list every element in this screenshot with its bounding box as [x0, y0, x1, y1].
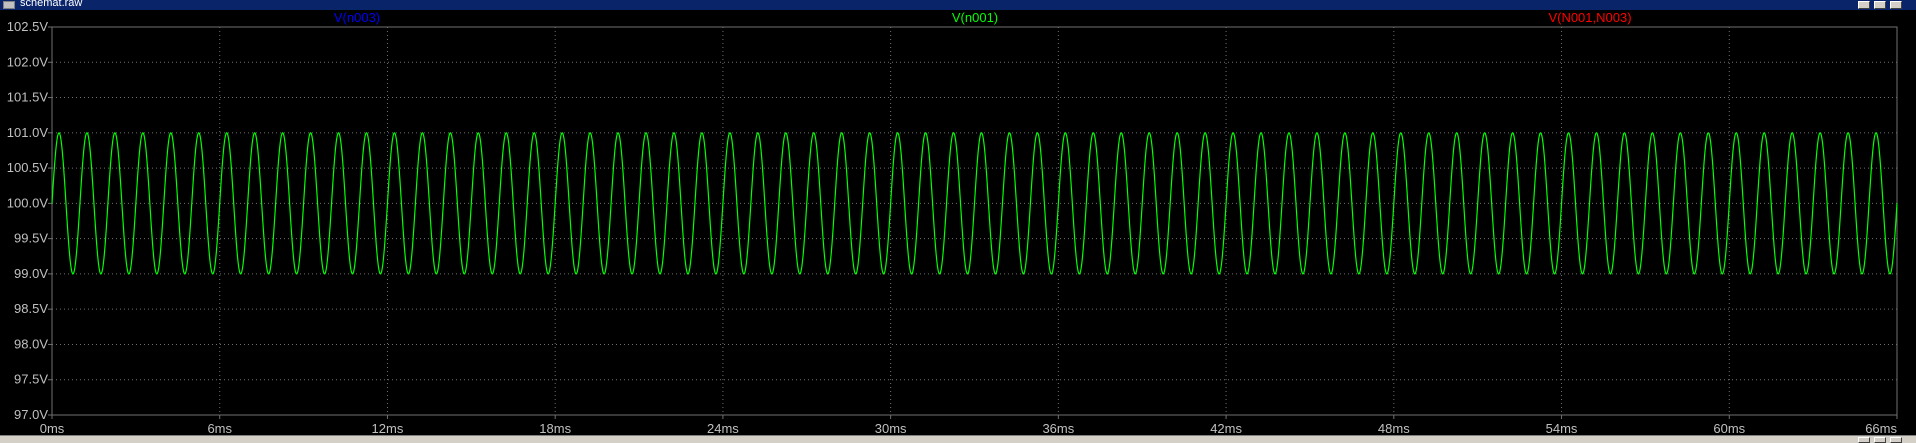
window-title: schemat.raw: [20, 0, 83, 9]
plot-frame: [51, 26, 1898, 416]
trace-label-v-n001-n003[interactable]: V(N001,N003): [1548, 10, 1631, 25]
y-tick-label: 102.0V: [7, 54, 49, 69]
x-tick-label: 54ms: [1546, 421, 1578, 435]
x-tick-label: 42ms: [1210, 421, 1242, 435]
x-tick-label: 60ms: [1713, 421, 1745, 435]
y-tick-label: 97.0V: [14, 407, 48, 422]
x-axis: 0ms 6ms 12ms 18ms 24ms 30ms 36ms 42ms 48ms 54ms 60…: [40, 415, 1898, 435]
minimize-button[interactable]: [1858, 1, 1870, 9]
x-tick-label: 12ms: [372, 421, 404, 435]
next-window-restore-button[interactable]: [1874, 437, 1886, 443]
restore-button[interactable]: [1874, 1, 1886, 9]
x-tick-label: 0ms: [40, 421, 65, 435]
y-tick-label: 99.5V: [14, 231, 48, 246]
x-tick-label: 18ms: [539, 421, 571, 435]
y-axis: 102.5V 102.0V 101.5V 101.0V 100.5V 100.0V 99.5…: [7, 19, 52, 422]
waveform-plot-pane[interactable]: 102.5V 102.0V 101.5V 101.0V 100.5V 100.0V 99.5…: [0, 10, 1916, 435]
waveform-app-icon[interactable]: [3, 1, 15, 9]
window-title-bar[interactable]: schemat.raw: [0, 0, 1916, 10]
x-tick-label: 36ms: [1042, 421, 1074, 435]
next-window-minimize-button[interactable]: [1858, 437, 1870, 443]
next-window-edge: [0, 435, 1916, 443]
y-tick-label: 97.5V: [14, 372, 48, 387]
plot-grid: [51, 26, 1898, 416]
trace-label-v-n003[interactable]: V(n003): [334, 10, 380, 25]
y-tick-label: 100.0V: [7, 195, 49, 210]
x-tick-label: 6ms: [207, 421, 232, 435]
trace-label-v-n001[interactable]: V(n001): [952, 10, 998, 25]
y-tick-label: 100.5V: [7, 160, 49, 175]
waveform-plot[interactable]: 102.5V 102.0V 101.5V 101.0V 100.5V 100.0V 99.5…: [0, 10, 1916, 435]
next-window-close-button[interactable]: [1890, 437, 1902, 443]
x-tick-label: 30ms: [875, 421, 907, 435]
y-tick-label: 98.5V: [14, 301, 48, 316]
x-tick-label: 24ms: [707, 421, 739, 435]
x-tick-label: 48ms: [1378, 421, 1410, 435]
y-tick-label: 101.0V: [7, 125, 49, 140]
y-tick-label: 102.5V: [7, 19, 49, 34]
trace-legend[interactable]: V(n003) V(n001) V(N001,N003): [334, 10, 1632, 25]
y-tick-label: 99.0V: [14, 266, 48, 281]
close-button[interactable]: [1890, 1, 1902, 9]
y-tick-label: 101.5V: [7, 90, 49, 105]
x-tick-label: 66ms: [1865, 421, 1897, 435]
y-tick-label: 98.0V: [14, 336, 48, 351]
